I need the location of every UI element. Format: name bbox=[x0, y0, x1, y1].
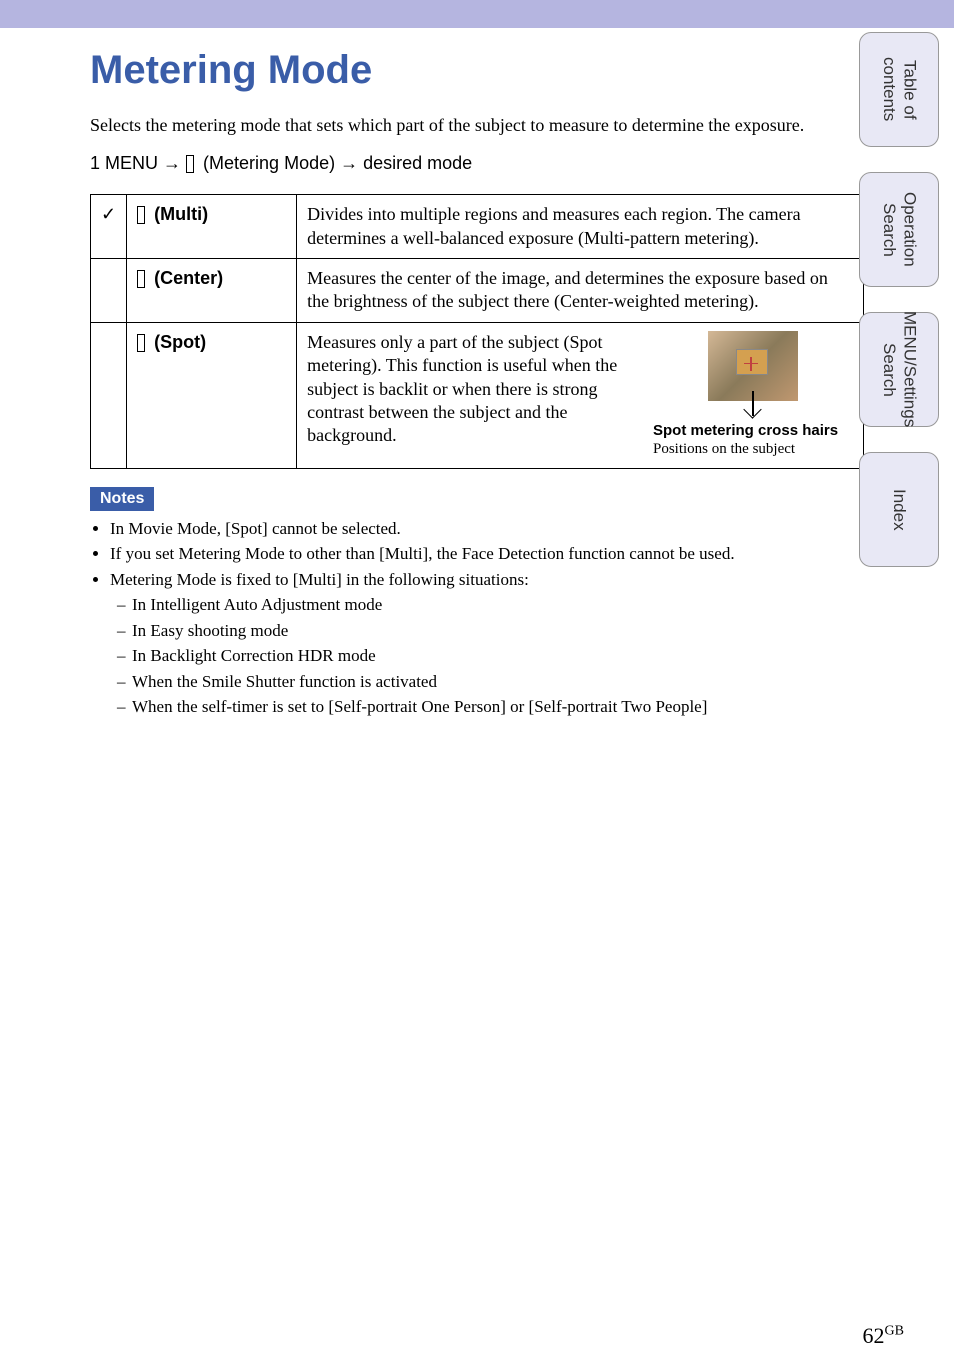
tab-table-of-contents[interactable]: Table of contents bbox=[859, 32, 939, 147]
multi-label-text: (Multi) bbox=[149, 204, 208, 224]
spot-caption-bold: Spot metering cross hairs bbox=[653, 421, 853, 441]
side-navigation: Table of contents Operation Search MENU/… bbox=[859, 32, 939, 567]
mode-label-spot: (Spot) bbox=[127, 322, 297, 468]
menu-step-prefix: 1 MENU → bbox=[90, 153, 181, 173]
page-title: Metering Mode bbox=[90, 48, 864, 93]
table-row: ✓ (Multi) Divides into multiple regions … bbox=[91, 195, 864, 259]
checkmark-icon: ✓ bbox=[101, 204, 116, 224]
tab-operation-search[interactable]: Operation Search bbox=[859, 172, 939, 287]
mode-label-multi: (Multi) bbox=[127, 195, 297, 259]
note-item: If you set Metering Mode to other than [… bbox=[110, 541, 864, 567]
notes-list: In Movie Mode, [Spot] cannot be selected… bbox=[90, 516, 864, 720]
main-content: Metering Mode Selects the metering mode … bbox=[0, 28, 954, 720]
notes-sublist: In Intelligent Auto Adjustment mode In E… bbox=[110, 592, 864, 720]
multi-desc: Divides into multiple regions and measur… bbox=[297, 195, 864, 259]
spot-example-image bbox=[708, 331, 798, 401]
sub-note-item: When the Smile Shutter function is activ… bbox=[132, 669, 864, 695]
sub-note-item: In Easy shooting mode bbox=[132, 618, 864, 644]
tab-menu-settings-search[interactable]: MENU/Settings Search bbox=[859, 312, 939, 427]
spot-desc-cell: Measures only a part of the subject (Spo… bbox=[297, 322, 864, 468]
notes-heading: Notes bbox=[90, 487, 154, 511]
mode-label-center: (Center) bbox=[127, 258, 297, 322]
arrow-line bbox=[752, 391, 754, 416]
center-label-text: (Center) bbox=[149, 268, 223, 288]
menu-step-suffix: (Metering Mode) → desired mode bbox=[203, 153, 472, 173]
spot-illustration-area: Spot metering cross hairs Positions on t… bbox=[653, 331, 853, 460]
spot-desc: Measures only a part of the subject (Spo… bbox=[307, 331, 638, 460]
page-number: 62GB bbox=[863, 1323, 904, 1349]
empty-check bbox=[91, 258, 127, 322]
note-item: Metering Mode is fixed to [Multi] in the… bbox=[110, 567, 864, 720]
metering-mode-icon bbox=[186, 155, 194, 173]
empty-check bbox=[91, 322, 127, 468]
crosshair-icon bbox=[744, 357, 758, 371]
sub-note-item: In Backlight Correction HDR mode bbox=[132, 643, 864, 669]
page-num: 62 bbox=[863, 1323, 885, 1348]
sub-note-item: When the self-timer is set to [Self-port… bbox=[132, 694, 864, 720]
tab-index[interactable]: Index bbox=[859, 452, 939, 567]
spot-caption: Positions on the subject bbox=[653, 440, 853, 460]
spot-icon bbox=[137, 334, 145, 352]
note-item-text: Metering Mode is fixed to [Multi] in the… bbox=[110, 570, 529, 589]
spot-label-text: (Spot) bbox=[149, 332, 206, 352]
page-suffix: GB bbox=[885, 1324, 904, 1339]
table-row: (Center) Measures the center of the imag… bbox=[91, 258, 864, 322]
center-icon bbox=[137, 270, 145, 288]
header-bar bbox=[0, 0, 954, 28]
menu-path: 1 MENU → (Metering Mode) → desired mode bbox=[90, 153, 864, 174]
table-row: (Spot) Measures only a part of the subje… bbox=[91, 322, 864, 468]
multi-icon bbox=[137, 206, 145, 224]
intro-text: Selects the metering mode that sets whic… bbox=[90, 113, 864, 138]
note-item: In Movie Mode, [Spot] cannot be selected… bbox=[110, 516, 864, 542]
center-desc: Measures the center of the image, and de… bbox=[297, 258, 864, 322]
sub-note-item: In Intelligent Auto Adjustment mode bbox=[132, 592, 864, 618]
modes-table: ✓ (Multi) Divides into multiple regions … bbox=[90, 194, 864, 469]
